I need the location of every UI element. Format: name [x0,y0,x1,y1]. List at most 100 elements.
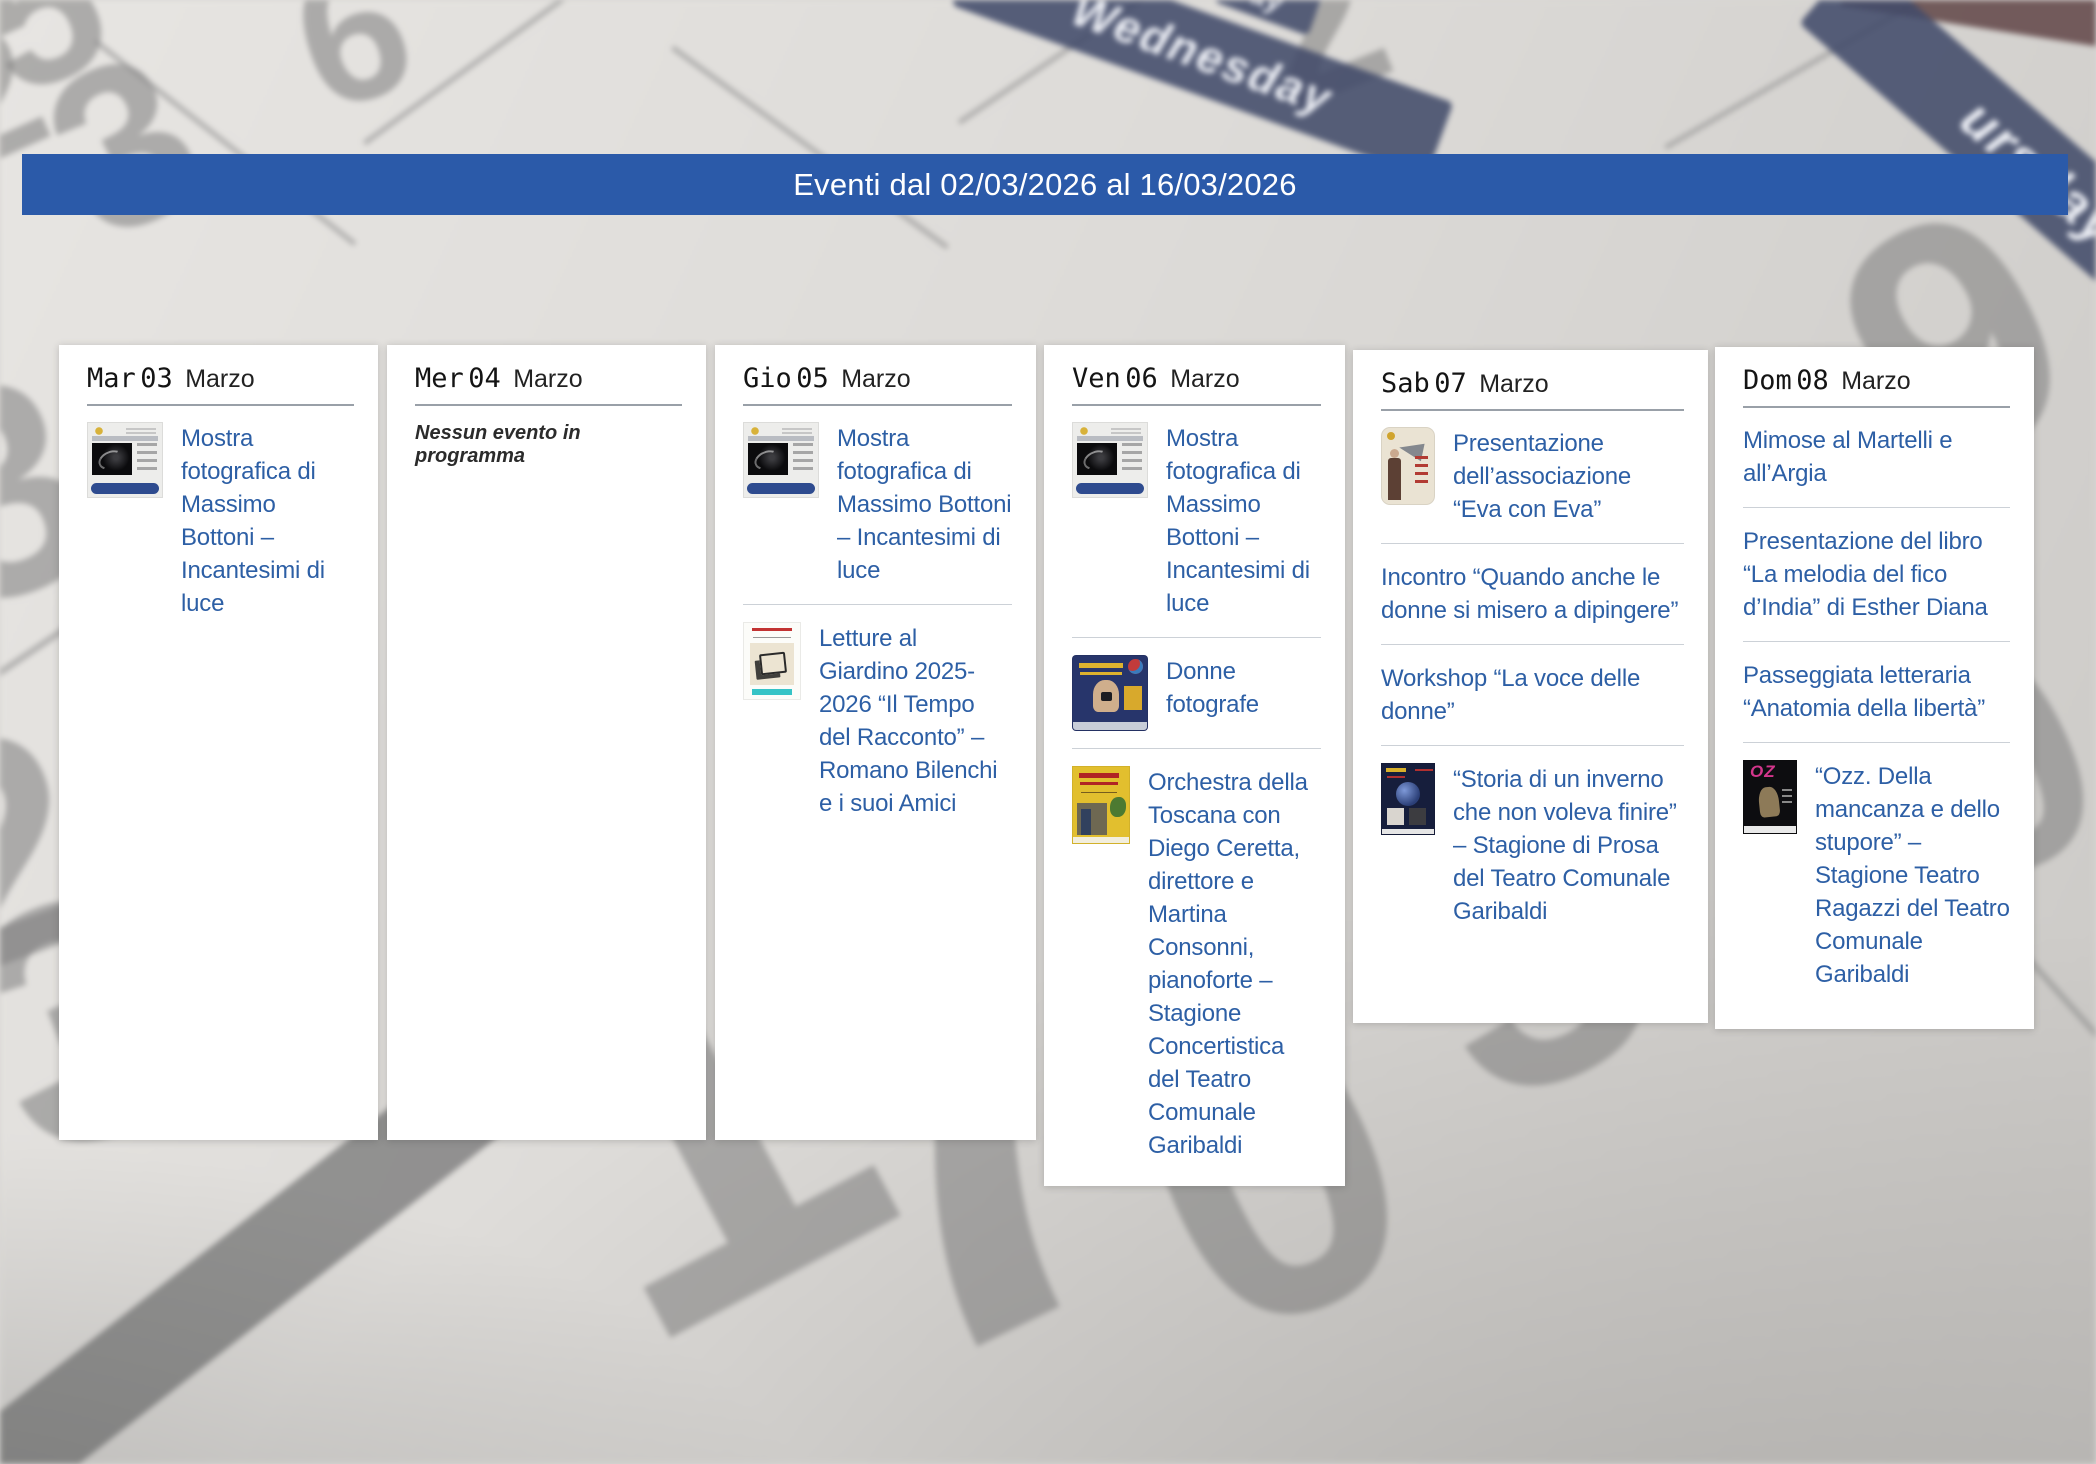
poster-art [1077,443,1117,475]
month-label: Marzo [513,365,582,393]
event-link[interactable]: Mostra fotografica di Massimo Bottoni – … [181,422,354,620]
poster-art [1073,837,1129,843]
oz-poster-label: OZ [1750,762,1776,782]
poster-art [747,483,815,494]
event-thumbnail-letture-poster[interactable] [743,622,801,700]
day-header: Sab 07 Marzo [1381,368,1684,399]
day-underline [743,404,1012,406]
poster-art [1076,483,1144,494]
event-item: OZ “Ozz. Della mancanza e dello stupore”… [1743,760,2010,991]
day-underline [1743,406,2010,408]
calendar-grid-line [363,0,657,145]
poster-art [1093,680,1119,712]
event-link[interactable]: Workshop “La voce delle donne” [1381,662,1684,728]
event-separator [1743,742,2010,743]
day-underline [1381,409,1684,411]
event-item: Donne fotografe [1072,655,1321,731]
month-label: Marzo [841,365,910,393]
background-number: 5 [0,0,134,130]
poster-art [1110,797,1126,817]
day-number: 05 [796,363,829,394]
event-link[interactable]: Mostra fotografica di Massimo Bottoni – … [1166,422,1321,620]
poster-art [91,483,159,494]
day-column-sab-07: Sab 07 Marzo Presentazione dell’associaz… [1353,350,1708,1023]
poster-art [1387,808,1404,825]
event-item: Workshop “La voce delle donne” [1381,662,1684,728]
event-item: Presentazione del libro “La melodia del … [1743,525,2010,624]
day-abbr: Sab [1381,368,1430,399]
day-header: Dom 08 Marzo [1743,365,2010,396]
day-underline [87,404,354,406]
day-header: Mer 04 Marzo [415,363,682,394]
event-thumbnail-bottoni-poster[interactable] [87,422,163,498]
events-page: 5 6 3 2 3 2 3 1 7 0 3 2 9 0 Wednesday ay… [0,0,2096,1464]
event-thumbnail-storia-poster[interactable] [1381,763,1435,835]
day-number: 04 [468,363,501,394]
event-link[interactable]: Incontro “Quando anche le donne si miser… [1381,561,1684,627]
day-number: 03 [140,363,173,394]
month-label: Marzo [1170,365,1239,393]
event-item: Incontro “Quando anche le donne si miser… [1381,561,1684,627]
event-thumbnail-bottoni-poster[interactable] [1072,422,1148,498]
event-link[interactable]: Mostra fotografica di Massimo Bottoni – … [837,422,1012,587]
page-title: Eventi dal 02/03/2026 al 16/03/2026 [793,167,1296,203]
day-abbr: Mer [415,363,464,394]
poster-art [1415,456,1428,488]
poster-art [1073,722,1147,730]
poster-art [750,643,794,685]
event-link[interactable]: Passeggiata letteraria “Anatomia della l… [1743,659,2010,725]
calendar-grid-line [671,46,949,250]
event-item: Mostra fotografica di Massimo Bottoni – … [743,422,1012,587]
event-separator [1381,644,1684,645]
calendar-grid-line [958,0,1243,125]
day-underline [1072,404,1321,406]
event-thumbnail-orchestra-poster[interactable] [1072,766,1130,844]
background-number: 3 [16,14,232,277]
event-link[interactable]: Presentazione dell’associazione “Eva con… [1453,427,1684,526]
day-header: Mar 03 Marzo [87,363,354,394]
event-link[interactable]: Presentazione del libro “La melodia del … [1743,525,2010,624]
month-label: Marzo [185,365,254,393]
poster-art [793,443,813,475]
day-column-gio-05: Gio 05 Marzo Mostra fotografica di Massi… [715,345,1036,1140]
event-thumbnail-ozz-poster[interactable]: OZ [1743,760,1797,834]
poster-art [748,443,788,475]
event-thumbnail-eva-poster[interactable] [1381,427,1435,505]
poster-art [1757,786,1780,818]
day-column-mer-04: Mer 04 Marzo Nessun evento in programma [387,345,706,1140]
month-label: Marzo [1841,367,1910,395]
day-abbr: Mar [87,363,136,394]
event-item: Mimose al Martelli e all’Argia [1743,424,2010,490]
event-item: “Storia di un inverno che non voleva fin… [1381,763,1684,928]
day-column-dom-08: Dom 08 Marzo Mimose al Martelli e all’Ar… [1715,347,2034,1029]
event-link[interactable]: Mimose al Martelli e all’Argia [1743,424,2010,490]
events-header-bar: Eventi dal 02/03/2026 al 16/03/2026 [22,154,2068,215]
day-column-ven-06: Ven 06 Marzo Mostra fotografica di Massi… [1044,345,1345,1186]
poster-art [1128,659,1143,674]
event-link[interactable]: Donne fotografe [1166,655,1321,731]
event-thumbnail-bottoni-poster[interactable] [743,422,819,498]
background-number: 6 [273,0,432,142]
poster-art [1782,789,1792,803]
month-label: Marzo [1479,370,1548,398]
ribbon-label: ay [1247,0,1289,19]
day-number: 08 [1796,365,1829,396]
event-item: Mostra fotografica di Massimo Bottoni – … [1072,422,1321,620]
event-separator [1072,748,1321,749]
event-separator [1743,507,2010,508]
event-separator [1072,637,1321,638]
poster-art [1409,808,1426,825]
poster-art [752,689,792,695]
event-link[interactable]: Letture al Giardino 2025-2026 “Il Tempo … [819,622,1012,820]
event-separator [743,604,1012,605]
poster-art [1388,458,1401,500]
day-header: Ven 06 Marzo [1072,363,1321,394]
event-link[interactable]: Orchestra della Toscana con Diego Cerett… [1148,766,1321,1162]
event-item: Letture al Giardino 2025-2026 “Il Tempo … [743,622,1012,820]
event-link[interactable]: “Storia di un inverno che non voleva fin… [1453,763,1684,928]
photo-corner-shadow [1841,0,2096,73]
event-link[interactable]: “Ozz. Della mancanza e dello stupore” – … [1815,760,2010,991]
event-thumbnail-donne-poster[interactable] [1072,655,1148,731]
poster-art [137,443,157,475]
event-item: Presentazione dell’associazione “Eva con… [1381,427,1684,526]
